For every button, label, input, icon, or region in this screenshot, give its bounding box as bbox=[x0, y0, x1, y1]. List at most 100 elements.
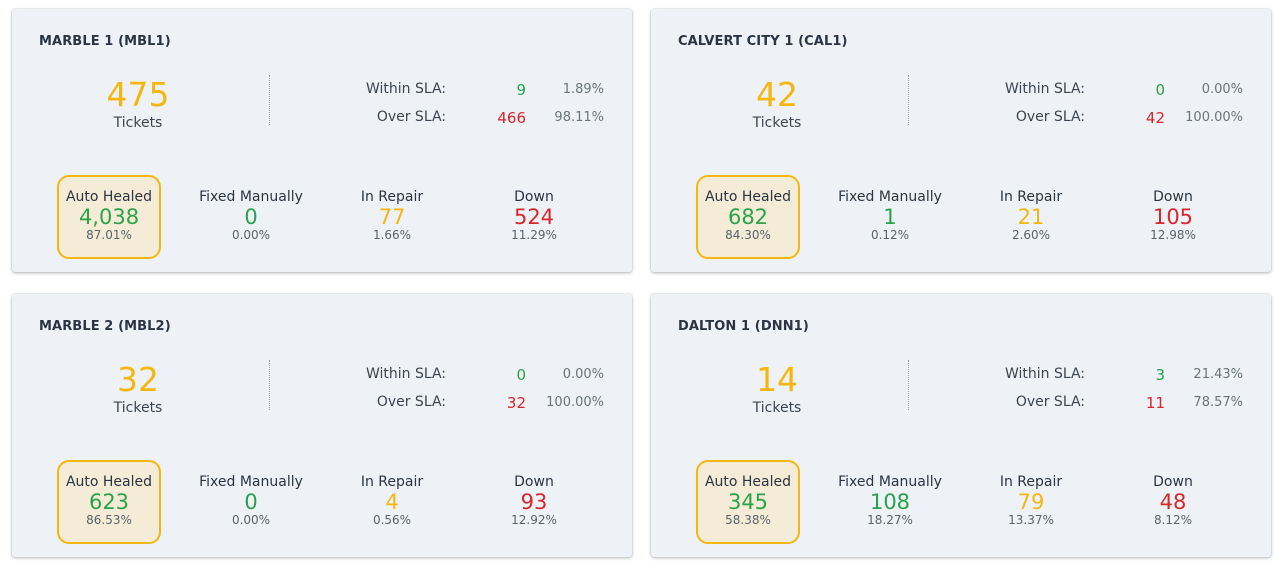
within-sla-percent: 21.43% bbox=[1193, 367, 1243, 382]
stat-percent: 2.60% bbox=[1011, 228, 1051, 242]
stat-label: Down bbox=[514, 474, 554, 490]
stat-fixed-manually[interactable]: Fixed Manually 108 18.27% bbox=[838, 460, 942, 544]
stat-value: 77 bbox=[378, 205, 406, 229]
stat-label: Down bbox=[514, 189, 554, 205]
over-sla-percent: 100.00% bbox=[546, 395, 604, 410]
stat-label: In Repair bbox=[360, 189, 424, 205]
tickets-summary: 475 Tickets bbox=[64, 75, 212, 132]
stat-in-repair[interactable]: In Repair 21 2.60% bbox=[979, 175, 1083, 259]
within-sla-row: Within SLA: 0 0.00% bbox=[312, 366, 612, 386]
stat-value: 682 bbox=[727, 205, 769, 229]
site-card-mbl2[interactable]: MARBLE 2 (MBL2) 32 Tickets Within SLA: 0… bbox=[12, 294, 632, 557]
within-sla-count: 3 bbox=[1155, 366, 1165, 384]
stat-percent: 1.66% bbox=[372, 228, 412, 242]
within-sla-label: Within SLA: bbox=[365, 81, 446, 97]
tickets-summary: 32 Tickets bbox=[64, 360, 212, 417]
divider bbox=[269, 360, 270, 410]
stat-in-repair[interactable]: In Repair 4 0.56% bbox=[340, 460, 444, 544]
stat-value: 1 bbox=[883, 205, 897, 229]
stat-label: In Repair bbox=[999, 474, 1063, 490]
stat-percent: 13.37% bbox=[1008, 513, 1054, 527]
stat-value: 48 bbox=[1159, 490, 1187, 514]
over-sla-count: 11 bbox=[1145, 394, 1165, 412]
stat-value: 345 bbox=[727, 490, 769, 514]
stat-label: Fixed Manually bbox=[199, 189, 303, 205]
tickets-summary: 14 Tickets bbox=[703, 360, 851, 417]
over-sla-count: 42 bbox=[1145, 109, 1165, 127]
stat-value: 93 bbox=[520, 490, 548, 514]
site-card-dnn1[interactable]: DALTON 1 (DNN1) 14 Tickets Within SLA: 3… bbox=[651, 294, 1271, 557]
stat-percent: 58.38% bbox=[725, 513, 771, 527]
stat-label: Auto Healed bbox=[704, 474, 792, 490]
stat-value: 524 bbox=[513, 205, 555, 229]
over-sla-count: 32 bbox=[506, 394, 526, 412]
stat-label: Fixed Manually bbox=[199, 474, 303, 490]
over-sla-label: Over SLA: bbox=[1015, 394, 1085, 410]
over-sla-row: Over SLA: 42 100.00% bbox=[951, 109, 1251, 129]
stat-label: Down bbox=[1153, 189, 1193, 205]
over-sla-label: Over SLA: bbox=[376, 394, 446, 410]
stat-auto-healed[interactable]: Auto Healed 623 86.53% bbox=[57, 460, 161, 544]
divider bbox=[908, 360, 909, 410]
stat-fixed-manually[interactable]: Fixed Manually 1 0.12% bbox=[838, 175, 942, 259]
divider bbox=[269, 75, 270, 125]
stat-down[interactable]: Down 524 11.29% bbox=[482, 175, 586, 259]
stat-percent: 8.12% bbox=[1153, 513, 1193, 527]
within-sla-label: Within SLA: bbox=[1004, 81, 1085, 97]
within-sla-percent: 1.89% bbox=[562, 82, 604, 97]
tickets-label: Tickets bbox=[113, 115, 163, 131]
over-sla-label: Over SLA: bbox=[376, 109, 446, 125]
stat-value: 79 bbox=[1017, 490, 1045, 514]
within-sla-count: 9 bbox=[516, 81, 526, 99]
site-card-mbl1[interactable]: MARBLE 1 (MBL1) 475 Tickets Within SLA: … bbox=[12, 9, 632, 272]
stat-value: 105 bbox=[1152, 205, 1194, 229]
divider bbox=[908, 75, 909, 125]
stat-value: 4,038 bbox=[78, 205, 140, 229]
within-sla-percent: 0.00% bbox=[1201, 82, 1243, 97]
stat-auto-healed[interactable]: Auto Healed 345 58.38% bbox=[696, 460, 800, 544]
tickets-count: 42 bbox=[756, 75, 798, 114]
stat-down[interactable]: Down 93 12.92% bbox=[482, 460, 586, 544]
stat-percent: 87.01% bbox=[86, 228, 132, 242]
tickets-count: 32 bbox=[117, 360, 159, 399]
stat-percent: 84.30% bbox=[725, 228, 771, 242]
tickets-count: 475 bbox=[106, 75, 170, 114]
over-sla-row: Over SLA: 11 78.57% bbox=[951, 394, 1251, 414]
tickets-summary: 42 Tickets bbox=[703, 75, 851, 132]
stat-in-repair[interactable]: In Repair 77 1.66% bbox=[340, 175, 444, 259]
within-sla-row: Within SLA: 9 1.89% bbox=[312, 81, 612, 101]
site-card-cal1[interactable]: CALVERT CITY 1 (CAL1) 42 Tickets Within … bbox=[651, 9, 1271, 272]
stat-label: Auto Healed bbox=[65, 189, 153, 205]
over-sla-percent: 100.00% bbox=[1185, 110, 1243, 125]
over-sla-row: Over SLA: 466 98.11% bbox=[312, 109, 612, 129]
stat-label: Auto Healed bbox=[65, 474, 153, 490]
tickets-count: 14 bbox=[756, 360, 798, 399]
stat-down[interactable]: Down 48 8.12% bbox=[1121, 460, 1225, 544]
stat-down[interactable]: Down 105 12.98% bbox=[1121, 175, 1225, 259]
card-title: MARBLE 1 (MBL1) bbox=[39, 34, 171, 49]
within-sla-count: 0 bbox=[516, 366, 526, 384]
stat-label: Down bbox=[1153, 474, 1193, 490]
stat-percent: 0.00% bbox=[231, 228, 271, 242]
stat-in-repair[interactable]: In Repair 79 13.37% bbox=[979, 460, 1083, 544]
stat-fixed-manually[interactable]: Fixed Manually 0 0.00% bbox=[199, 460, 303, 544]
stat-percent: 12.98% bbox=[1150, 228, 1196, 242]
stat-label: In Repair bbox=[999, 189, 1063, 205]
card-title: DALTON 1 (DNN1) bbox=[678, 319, 809, 334]
stat-percent: 11.29% bbox=[511, 228, 557, 242]
stat-auto-healed[interactable]: Auto Healed 4,038 87.01% bbox=[57, 175, 161, 259]
tickets-label: Tickets bbox=[113, 400, 163, 416]
stat-percent: 18.27% bbox=[867, 513, 913, 527]
stat-label: Fixed Manually bbox=[838, 189, 942, 205]
stat-label: In Repair bbox=[360, 474, 424, 490]
stat-percent: 86.53% bbox=[86, 513, 132, 527]
tickets-label: Tickets bbox=[752, 400, 802, 416]
within-sla-label: Within SLA: bbox=[365, 366, 446, 382]
stat-fixed-manually[interactable]: Fixed Manually 0 0.00% bbox=[199, 175, 303, 259]
within-sla-label: Within SLA: bbox=[1004, 366, 1085, 382]
over-sla-percent: 78.57% bbox=[1193, 395, 1243, 410]
stat-auto-healed[interactable]: Auto Healed 682 84.30% bbox=[696, 175, 800, 259]
within-sla-row: Within SLA: 3 21.43% bbox=[951, 366, 1251, 386]
stat-label: Auto Healed bbox=[704, 189, 792, 205]
over-sla-label: Over SLA: bbox=[1015, 109, 1085, 125]
